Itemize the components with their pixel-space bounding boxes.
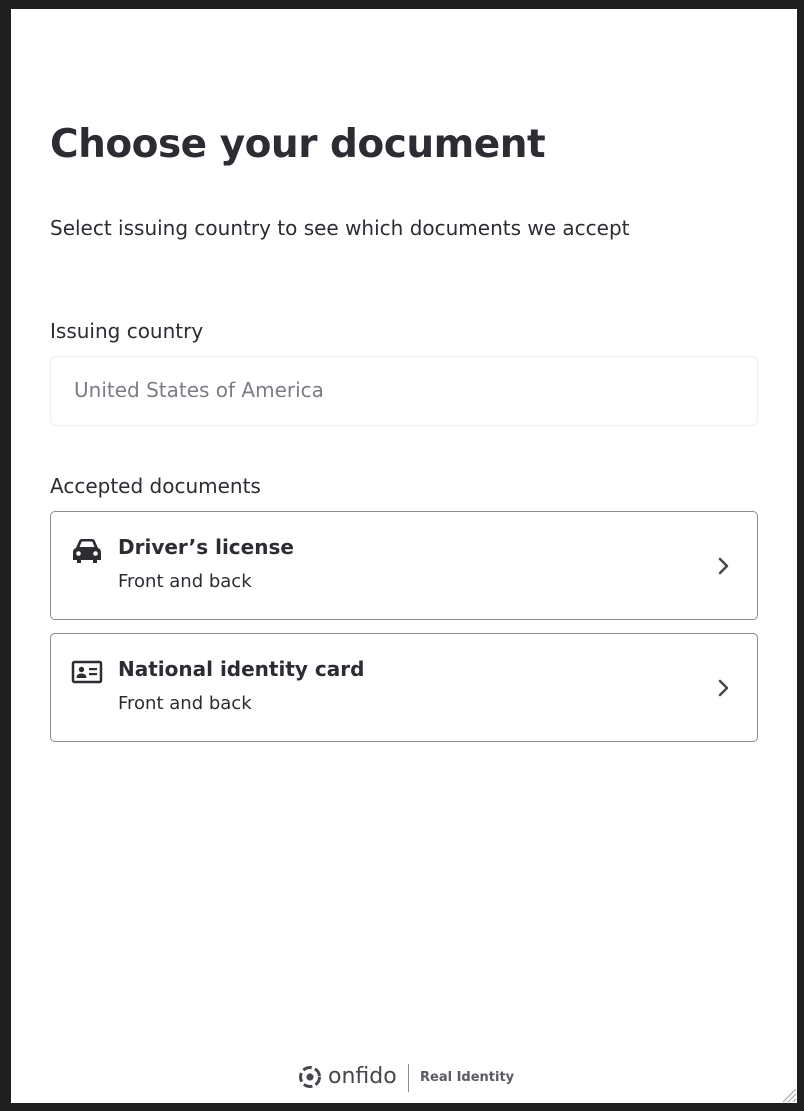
app-window: Choose your document Select issuing coun… <box>11 9 797 1103</box>
page-title: Choose your document <box>50 122 546 167</box>
issuing-country-select[interactable]: United States of America <box>50 356 758 426</box>
issuing-country-label: Issuing country <box>50 319 204 343</box>
resize-grip-icon[interactable] <box>779 1085 797 1103</box>
chevron-right-icon <box>718 557 729 575</box>
document-option-title: Driver’s license <box>118 535 294 559</box>
page-subtitle: Select issuing country to see which docu… <box>50 216 630 240</box>
chevron-right-icon <box>718 679 729 697</box>
id-card-icon <box>71 660 103 684</box>
brand-tagline: Real Identity <box>420 1070 515 1085</box>
document-option-description: Front and back <box>118 571 252 592</box>
brand-divider <box>408 1064 409 1092</box>
issuing-country-value: United States of America <box>74 378 324 402</box>
footer-branding: onfido Real Identity <box>11 1063 797 1093</box>
document-option-national-identity-card[interactable]: National identity card Front and back <box>50 633 758 742</box>
brand-name: onfido <box>328 1064 397 1089</box>
document-option-description: Front and back <box>118 693 252 714</box>
onfido-logo-icon <box>299 1066 321 1088</box>
document-option-title: National identity card <box>118 657 365 681</box>
accepted-documents-label: Accepted documents <box>50 474 261 498</box>
document-option-drivers-license[interactable]: Driver’s license Front and back <box>50 511 758 620</box>
car-icon <box>73 539 101 563</box>
